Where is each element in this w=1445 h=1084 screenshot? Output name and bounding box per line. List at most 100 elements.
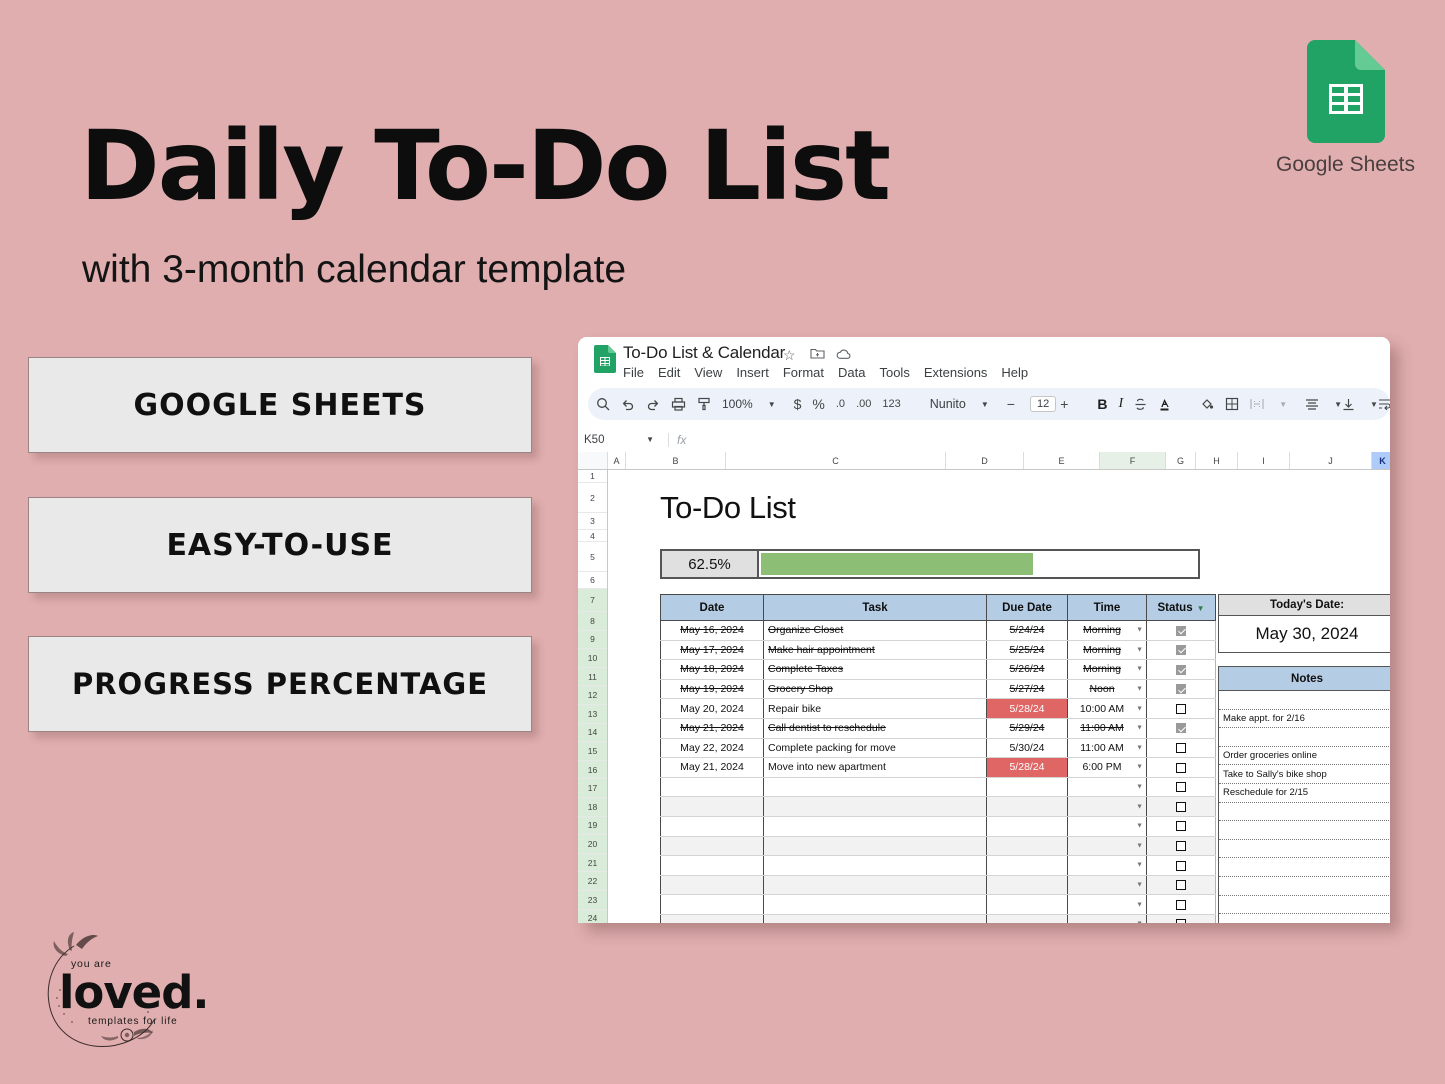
note-line[interactable] (1219, 896, 1390, 915)
status-checkbox[interactable] (1176, 626, 1186, 636)
status-checkbox[interactable] (1176, 763, 1186, 773)
merge-cells-icon[interactable] (1250, 398, 1264, 410)
cell-status[interactable] (1147, 836, 1216, 856)
row-header-17[interactable]: 17 (578, 779, 607, 798)
menu-tools[interactable]: Tools (879, 365, 909, 380)
increase-font-size-button[interactable]: + (1060, 396, 1068, 412)
zoom-chevron-down-icon[interactable]: ▼ (768, 400, 776, 409)
note-line[interactable] (1219, 858, 1390, 877)
row-header-21[interactable]: 21 (578, 854, 607, 873)
cell-status[interactable] (1147, 758, 1216, 778)
cell-status[interactable] (1147, 777, 1216, 797)
row-header-23[interactable]: 23 (578, 891, 607, 910)
table-row[interactable]: May 21, 2024Call dentist to reschedule5/… (661, 718, 1216, 738)
menu-format[interactable]: Format (783, 365, 824, 380)
table-row[interactable]: ▼ (661, 797, 1216, 817)
column-header-d[interactable]: D (946, 452, 1024, 469)
cell-task[interactable] (764, 875, 987, 895)
cell-status[interactable] (1147, 895, 1216, 915)
time-dropdown-chevron-down-icon[interactable]: ▼ (1136, 627, 1143, 634)
table-row[interactable]: May 16, 2024Organize Closet5/24/24Mornin… (661, 621, 1216, 641)
cell-date[interactable] (661, 914, 764, 923)
column-header-j[interactable]: J (1290, 452, 1372, 469)
decrease-font-size-button[interactable]: − (1007, 396, 1015, 412)
star-icon[interactable]: ☆ (783, 347, 796, 364)
status-checkbox[interactable] (1176, 802, 1186, 812)
undo-icon[interactable] (621, 397, 635, 411)
time-dropdown-chevron-down-icon[interactable]: ▼ (1136, 921, 1143, 923)
column-header-g[interactable]: G (1166, 452, 1196, 469)
cell-due-date[interactable] (987, 816, 1068, 836)
cell-task[interactable] (764, 797, 987, 817)
cell-time[interactable]: ▼ (1068, 895, 1147, 915)
cell-date[interactable] (661, 836, 764, 856)
cell-status[interactable] (1147, 738, 1216, 758)
time-dropdown-chevron-down-icon[interactable]: ▼ (1136, 646, 1143, 653)
cell-time[interactable]: ▼ (1068, 856, 1147, 876)
column-header-b[interactable]: B (626, 452, 726, 469)
time-dropdown-chevron-down-icon[interactable]: ▼ (1136, 764, 1143, 771)
table-row[interactable]: ▼ (661, 816, 1216, 836)
valign-chevron-down-icon[interactable]: ▼ (1370, 400, 1378, 409)
cell-status[interactable] (1147, 797, 1216, 817)
time-dropdown-chevron-down-icon[interactable]: ▼ (1136, 803, 1143, 810)
time-dropdown-chevron-down-icon[interactable]: ▼ (1136, 901, 1143, 908)
row-header-22[interactable]: 22 (578, 872, 607, 891)
note-line[interactable] (1219, 691, 1390, 710)
menu-view[interactable]: View (694, 365, 722, 380)
status-checkbox[interactable] (1176, 665, 1186, 675)
table-row[interactable]: ▼ (661, 914, 1216, 923)
table-row[interactable]: ▼ (661, 895, 1216, 915)
table-row[interactable]: May 20, 2024Repair bike5/28/2410:00 AM▼ (661, 699, 1216, 719)
column-header-c[interactable]: C (726, 452, 946, 469)
cell-task[interactable]: Organize Closet (764, 621, 987, 641)
status-checkbox[interactable] (1176, 645, 1186, 655)
cell-time[interactable]: Morning▼ (1068, 660, 1147, 680)
cell-due-date[interactable] (987, 797, 1068, 817)
note-line[interactable] (1219, 877, 1390, 896)
row-header-1[interactable]: 1 (578, 470, 607, 483)
status-checkbox[interactable] (1176, 704, 1186, 714)
paint-format-icon[interactable] (697, 397, 711, 411)
menu-edit[interactable]: Edit (658, 365, 680, 380)
status-checkbox[interactable] (1176, 743, 1186, 753)
row-header-2[interactable]: 2 (578, 483, 607, 513)
cell-status[interactable] (1147, 679, 1216, 699)
time-dropdown-chevron-down-icon[interactable]: ▼ (1136, 725, 1143, 732)
note-line[interactable] (1219, 728, 1390, 747)
time-dropdown-chevron-down-icon[interactable]: ▼ (1136, 686, 1143, 693)
row-header-4[interactable]: 4 (578, 530, 607, 542)
cell-status[interactable] (1147, 856, 1216, 876)
menu-data[interactable]: Data (838, 365, 865, 380)
cell-status[interactable] (1147, 816, 1216, 836)
decrease-decimal-button[interactable]: .0 (836, 398, 845, 410)
cell-task[interactable] (764, 836, 987, 856)
cell-task[interactable]: Move into new apartment (764, 758, 987, 778)
status-checkbox[interactable] (1176, 880, 1186, 890)
cell-time[interactable]: Noon▼ (1068, 679, 1147, 699)
note-line[interactable] (1219, 914, 1390, 923)
table-row[interactable]: ▼ (661, 856, 1216, 876)
time-dropdown-chevron-down-icon[interactable]: ▼ (1136, 862, 1143, 869)
row-header-3[interactable]: 3 (578, 513, 607, 530)
cell-date[interactable]: May 19, 2024 (661, 679, 764, 699)
cloud-saved-icon[interactable] (836, 347, 852, 363)
table-row[interactable]: May 19, 2024Grocery Shop5/27/24Noon▼ (661, 679, 1216, 699)
cell-due-date[interactable]: 5/30/24 (987, 738, 1068, 758)
cell-date[interactable] (661, 875, 764, 895)
cell-status[interactable] (1147, 699, 1216, 719)
halign-chevron-down-icon[interactable]: ▼ (1334, 400, 1342, 409)
cell-status[interactable] (1147, 718, 1216, 738)
percent-format-button[interactable]: % (812, 396, 824, 412)
currency-format-button[interactable]: $ (794, 396, 802, 412)
cell-due-date[interactable] (987, 777, 1068, 797)
cell-time[interactable]: 6:00 PM▼ (1068, 758, 1147, 778)
cell-status[interactable] (1147, 621, 1216, 641)
cell-time[interactable]: ▼ (1068, 816, 1147, 836)
note-line[interactable]: Reschedule for 2/15 (1219, 784, 1390, 803)
status-checkbox[interactable] (1176, 900, 1186, 910)
cell-time[interactable]: 11:00 AM▼ (1068, 738, 1147, 758)
cell-time[interactable]: ▼ (1068, 777, 1147, 797)
col-header-date[interactable]: Date (661, 595, 764, 621)
note-line[interactable] (1219, 821, 1390, 840)
